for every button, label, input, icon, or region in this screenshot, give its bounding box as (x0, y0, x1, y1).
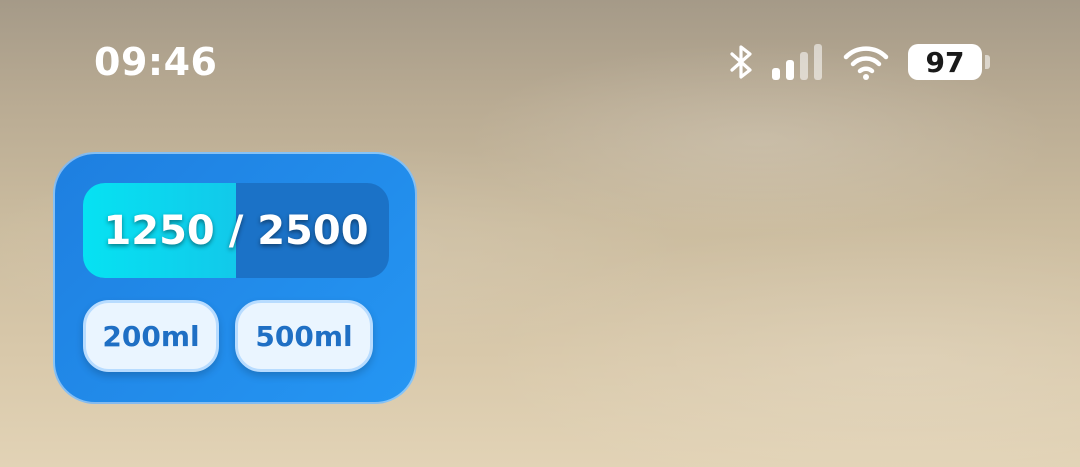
add-200ml-button[interactable]: 200ml (83, 300, 219, 372)
water-tracker-widget[interactable]: 1250 / 2500 200ml 500ml (53, 152, 417, 404)
add-500ml-button[interactable]: 500ml (235, 300, 373, 372)
battery-tip (985, 55, 990, 69)
wifi-icon (842, 44, 890, 80)
battery-icon: 97 (908, 44, 990, 80)
status-time: 09:46 (94, 40, 218, 84)
water-progress-text: 1250 / 2500 (103, 207, 369, 254)
signal-icon (772, 44, 824, 80)
battery-level: 97 (908, 44, 982, 80)
water-progress-bar[interactable]: 1250 / 2500 (83, 183, 389, 278)
bluetooth-icon (728, 45, 754, 79)
status-icons: 97 (728, 42, 990, 82)
